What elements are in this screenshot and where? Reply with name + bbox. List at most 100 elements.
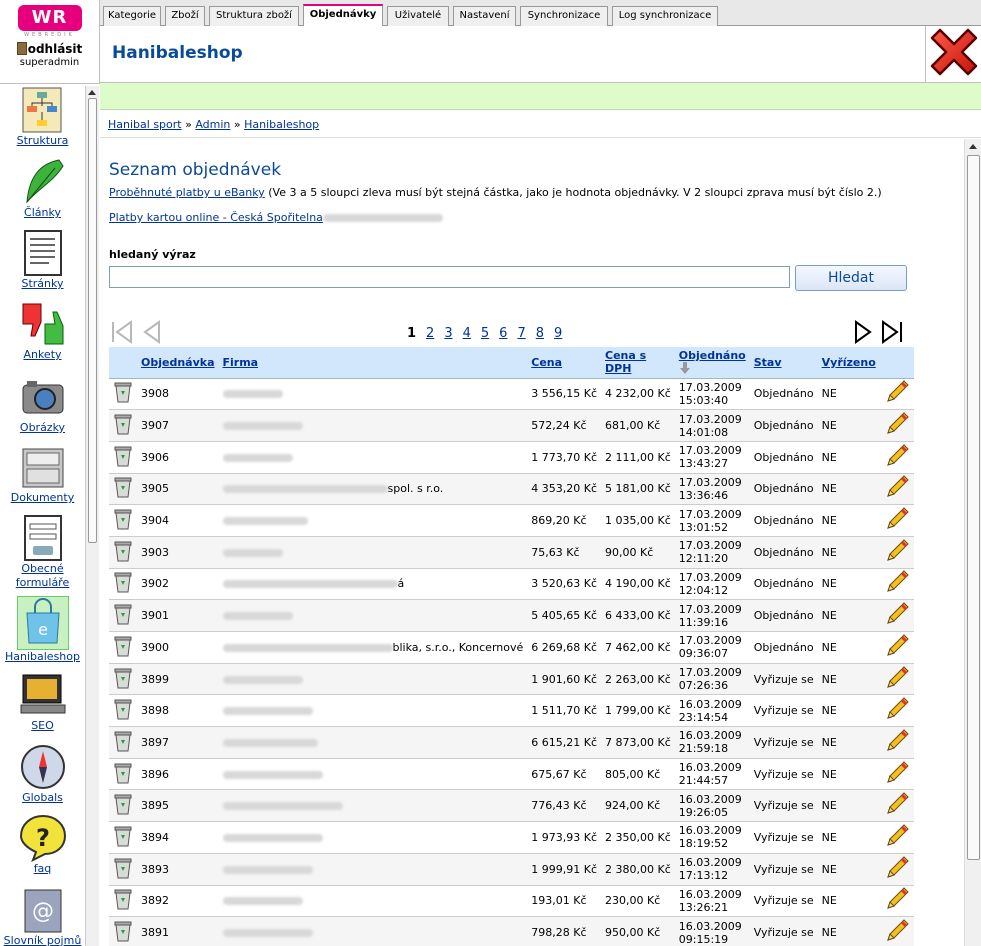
tab-1[interactable]: Zboží [165,6,205,26]
processed: NE [817,694,880,728]
sidebar-item-10[interactable]: ? faq [0,814,85,876]
main-scroll-thumb[interactable] [967,155,980,860]
search-input[interactable] [109,266,790,288]
pencil-icon[interactable] [884,886,910,912]
pencil-icon[interactable] [884,855,910,881]
processed: NE [817,631,880,664]
close-button[interactable] [925,26,981,83]
trash-icon[interactable] [113,730,133,752]
pencil-icon[interactable] [884,665,910,691]
scroll-up-arrow-icon[interactable] [969,144,977,149]
pencil-icon[interactable] [884,474,910,500]
breadcrumb-item-hanibaleshop[interactable]: Hanibaleshop [244,118,319,131]
page-number-link[interactable]: 4 [463,326,471,341]
tab-7[interactable]: Log synchronizace [612,6,718,26]
sidebar-item-6[interactable]: Obecné formuláře [0,514,85,590]
trash-icon[interactable] [113,920,133,942]
sidebar-scroll-thumb[interactable] [88,98,97,543]
card-payments-line: Platby kartou online - Česká Spořitelna [109,211,443,224]
ordered-datetime: 17.03.2009 12:11:20 [674,536,750,569]
logout-link[interactable]: odhlásit [0,42,99,56]
sidebar-item-0[interactable]: Struktura [0,86,85,148]
pencil-icon[interactable] [884,569,910,595]
pencil-icon[interactable] [884,791,910,817]
pencil-icon[interactable] [884,538,910,564]
page-number-link[interactable]: 7 [517,326,525,341]
pencil-icon[interactable] [884,823,910,849]
col-edit [879,347,914,379]
trash-icon[interactable] [113,667,133,689]
trash-icon[interactable] [113,888,133,910]
main-scrollbar[interactable] [964,139,981,946]
next-page-icon[interactable] [850,319,876,345]
sidebar-item-3[interactable]: Ankety [0,300,85,362]
tab-6[interactable]: Synchronizace [520,6,608,26]
col-ordered[interactable]: Objednáno [674,347,750,379]
last-page-icon[interactable] [879,319,905,345]
trash-icon[interactable] [113,857,133,879]
pencil-icon[interactable] [884,918,910,944]
sidebar-item-1[interactable]: Články [0,158,85,220]
sidebar-item-5[interactable]: Dokumenty [0,443,85,505]
redacted-company [222,485,388,494]
tab-2[interactable]: Struktura zboží [209,6,299,26]
first-page-icon[interactable] [109,319,135,345]
trash-icon[interactable] [113,635,133,657]
page-number-link[interactable]: 3 [444,326,452,341]
tab-5[interactable]: Nastavení [453,6,516,26]
sidebar-item-11[interactable]: @ Slovník pojmů [0,886,85,946]
trash-icon[interactable] [113,698,133,720]
trash-icon[interactable] [113,825,133,847]
breadcrumb-item-hanibal-sport[interactable]: Hanibal sport [108,118,182,131]
pencil-icon[interactable] [884,728,910,754]
sidebar-item-label: Dokumenty [10,491,75,504]
trash-icon[interactable] [113,603,133,625]
page-number-link[interactable]: 6 [499,326,507,341]
page-number-link[interactable]: 8 [536,326,544,341]
col-processed[interactable]: Vyřízeno [817,347,880,379]
sidebar-item-4[interactable]: Obrázky [0,373,85,435]
tab-3[interactable]: Objednávky [303,4,383,27]
trash-icon[interactable] [113,413,133,435]
sidebar-item-7[interactable]: e Hanibaleshop [0,596,85,664]
col-order[interactable]: Objednávka [137,347,219,379]
sidebar-item-8[interactable]: SEO [0,671,85,733]
tab-0[interactable]: Kategorie [103,6,161,26]
order-number: 3907 [137,409,219,442]
breadcrumb-item-admin[interactable]: Admin [195,118,230,131]
trash-icon[interactable] [113,762,133,784]
prev-page-icon[interactable] [139,319,165,345]
pencil-icon[interactable] [884,633,910,659]
pencil-icon[interactable] [884,379,910,405]
sidebar-item-2[interactable]: Stránky [0,229,85,291]
scroll-up-arrow-icon[interactable] [88,90,96,95]
pencil-icon[interactable] [884,411,910,437]
pencil-icon[interactable] [884,443,910,469]
pencil-icon[interactable] [884,506,910,532]
trash-icon[interactable] [113,793,133,815]
ebank-payments-link[interactable]: Proběhnuté platby u eBanky [109,186,265,199]
trash-icon[interactable] [113,476,133,498]
sidebar-scrollbar[interactable] [85,86,99,946]
trash-icon[interactable] [113,540,133,562]
card-payments-link[interactable]: Platby kartou online - Česká Spořitelna [109,211,323,224]
page-number-link[interactable]: 9 [554,326,562,341]
pencil-icon[interactable] [884,696,910,722]
price: 776,43 Kč [527,789,602,823]
trash-icon[interactable] [113,508,133,530]
page-number-link[interactable]: 1 [407,326,416,341]
col-price[interactable]: Cena [527,347,602,379]
col-status[interactable]: Stav [749,347,818,379]
col-company[interactable]: Firma [218,347,528,379]
sidebar-item-9[interactable]: Globals [0,743,85,805]
page-number-link[interactable]: 5 [481,326,489,341]
pencil-icon[interactable] [884,601,910,627]
col-price-vat[interactable]: Cena s DPH [601,347,675,379]
pencil-icon[interactable] [884,760,910,786]
page-number-link[interactable]: 2 [426,326,434,341]
trash-icon[interactable] [113,571,133,593]
tab-4[interactable]: Uživatelé [387,6,449,26]
trash-icon[interactable] [113,445,133,467]
search-button[interactable]: Hledat [795,265,907,291]
trash-icon[interactable] [113,381,133,403]
